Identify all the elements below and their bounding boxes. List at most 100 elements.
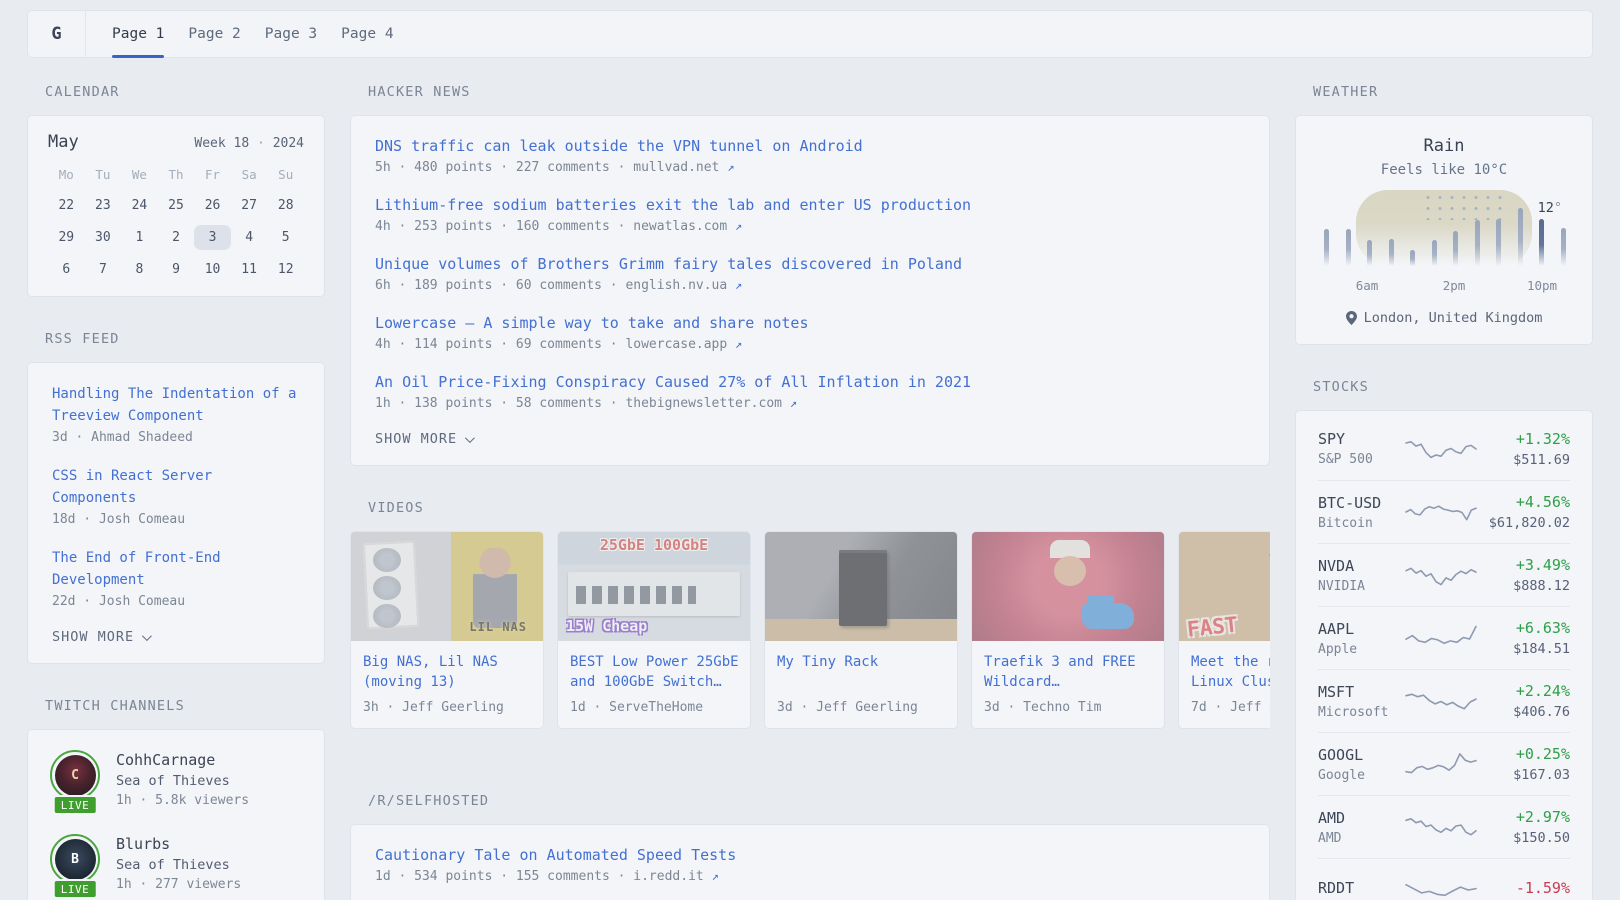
weather-section: WEATHER Rain Feels like 10°C 12° 6am 2pm… [1295,84,1593,345]
temperature-bar [1324,229,1329,266]
twitch-channel-name[interactable]: CohhCarnage [116,751,249,769]
stock-change: -1.59% [1478,879,1570,897]
temperature-bar [1346,229,1351,266]
calendar-day-today: 3 [194,225,231,250]
rss-item: CSS in React Server Components 18d · Jos… [52,465,300,527]
hackernews-item: Lithium-free sodium batteries exit the l… [375,195,1245,234]
calendar-weekday: We [121,165,158,186]
calendar-day: 12 [267,257,304,282]
tab-page-1[interactable]: Page 1 [100,11,176,57]
reddit-widget: Cautionary Tale on Automated Speed Tests… [350,824,1270,900]
rss-item-link[interactable]: The End of Front-End Development [52,550,221,588]
stock-row-rddt[interactable]: RDDT -1.59% [1318,858,1570,900]
calendar-section-title: CALENDAR [45,84,325,100]
video-card-tiny-rack[interactable]: My Tiny Rack 3d · Jeff Geerling [764,531,958,729]
calendar-day: 24 [121,193,158,218]
thumbnail-art: 25GbE 100GbE 15W Cheap [558,532,750,641]
hackernews-show-more-label: SHOW MORE [375,431,457,447]
rss-item: Handling The Indentation of a Treeview C… [52,383,300,445]
temperature-bar [1389,239,1394,266]
video-card-traefik[interactable]: Traefik 3 and FREEWildcard… 3d · Techno … [971,531,1165,729]
hackernews-item-link[interactable]: An Oil Price-Fixing Conspiracy Caused 27… [375,373,971,391]
rss-show-more-label: SHOW MORE [52,629,134,645]
calendar-day: 5 [267,225,304,250]
video-title[interactable]: BEST Low Power 25GbEand 100GbE Switch… [570,652,738,692]
external-link-icon[interactable]: ↗ [727,160,734,174]
hackernews-show-more-button[interactable]: SHOW MORE [375,431,1245,447]
twitch-channel-cohhcarnage[interactable]: C LIVE CohhCarnage Sea of Thieves 1h · 5… [50,750,302,808]
thumbnail-text: FAST [1186,612,1239,641]
videos-section-title: VIDEOS [368,500,1270,516]
external-link-icon[interactable]: ↗ [735,337,742,351]
calendar-weekday: Th [158,165,195,186]
hackernews-item-link[interactable]: Unique volumes of Brothers Grimm fairy t… [375,255,962,273]
calendar-weekday: Tu [85,165,122,186]
chevron-down-icon [142,631,152,641]
stock-row-msft[interactable]: MSFT Microsoft +2.24% $406.76 [1318,669,1570,732]
twitch-channel-name[interactable]: Blurbs [116,835,241,853]
stock-name: NVIDIA [1318,579,1404,594]
thumbnail-text: LIL NAS [469,620,527,634]
time-label: 2pm [1443,278,1466,293]
video-thumbnail[interactable]: FAST [1179,532,1270,641]
weather-location: London, United Kingdom [1318,310,1570,326]
time-axis: 6am 2pm 10pm [1318,278,1572,294]
video-card-linux-cluster[interactable]: FAST Meet the rLinux Clus 7d · Jeff Geer… [1178,531,1270,729]
video-title[interactable]: Traefik 3 and FREEWildcard… [984,652,1152,692]
avatar: B [55,839,96,880]
stock-symbol: GOOGL [1318,746,1404,764]
tab-page-2[interactable]: Page 2 [176,11,252,57]
stock-row-btc-usd[interactable]: BTC-USD Bitcoin +4.56% $61,820.02 [1318,480,1570,543]
video-card-big-nas[interactable]: LIL NAS Big NAS, Lil NAS(moving 13) 3h ·… [350,531,544,729]
stock-row-googl[interactable]: GOOGL Google +0.25% $167.03 [1318,732,1570,795]
external-link-icon[interactable]: ↗ [790,396,797,410]
rss-section: RSS FEED Handling The Indentation of a T… [27,331,325,664]
stock-row-nvda[interactable]: NVDA NVIDIA +3.49% $888.12 [1318,543,1570,606]
stock-sparkline [1404,560,1478,590]
stock-price: $511.69 [1478,452,1570,468]
calendar-day: 2 [158,225,195,250]
app-logo: G [28,11,86,57]
stock-sparkline [1404,749,1478,779]
videos-section: VIDEOS LIL NAS [350,500,1270,729]
rss-show-more-button[interactable]: SHOW MORE [52,629,300,645]
stock-row-aapl[interactable]: AAPL Apple +6.63% $184.51 [1318,606,1570,669]
rss-item-link[interactable]: Handling The Indentation of a Treeview C… [52,386,296,424]
reddit-section-title: /R/SELFHOSTED [368,793,1270,809]
video-title[interactable]: Big NAS, Lil NAS(moving 13) [363,652,531,692]
videos-row: LIL NAS Big NAS, Lil NAS(moving 13) 3h ·… [350,531,1270,729]
video-thumbnail[interactable]: 25GbE 100GbE 15W Cheap [558,532,750,641]
external-link-icon[interactable]: ↗ [735,219,742,233]
stock-change: +2.24% [1478,682,1570,700]
stock-change: +0.25% [1478,745,1570,763]
temperature-bar-current [1539,219,1544,266]
stock-change: +6.63% [1478,619,1570,637]
stocks-section-title: STOCKS [1313,379,1593,395]
reddit-item-link[interactable]: Cautionary Tale on Automated Speed Tests [375,846,736,864]
stock-row-amd[interactable]: AMD AMD +2.97% $150.50 [1318,795,1570,858]
hackernews-item-link[interactable]: DNS traffic can leak outside the VPN tun… [375,137,863,155]
video-title[interactable]: Meet the rLinux Clus [1191,652,1270,692]
video-title[interactable]: My Tiny Rack [777,652,945,692]
calendar-week-label: Week 18 · 2024 [194,136,304,151]
temperature-bars [1318,206,1572,266]
hackernews-item-meta-text: 6h · 189 points · 60 comments · english.… [375,278,727,293]
video-thumbnail[interactable] [765,532,957,641]
rss-item-meta: 22d · Josh Comeau [52,594,300,609]
video-card-25gbe-switch[interactable]: 25GbE 100GbE 15W Cheap BEST Low Power 25… [557,531,751,729]
twitch-channel-meta: 1h · 277 viewers [116,877,241,892]
hackernews-item-link[interactable]: Lithium-free sodium batteries exit the l… [375,196,971,214]
stock-row-spy[interactable]: SPY S&P 500 +1.32% $511.69 [1318,417,1570,480]
hackernews-item-link[interactable]: Lowercase – A simple way to take and sha… [375,314,808,332]
tab-page-4[interactable]: Page 4 [329,11,405,57]
video-thumbnail[interactable]: LIL NAS [351,532,543,641]
video-thumbnail[interactable] [972,532,1164,641]
external-link-icon[interactable]: ↗ [712,869,719,883]
external-link-icon[interactable]: ↗ [735,278,742,292]
rss-item-link[interactable]: CSS in React Server Components [52,468,212,506]
current-temperature-label: 12° [1538,200,1562,216]
tab-page-3[interactable]: Page 3 [253,11,329,57]
twitch-channel-blurbs[interactable]: B LIVE Blurbs Sea of Thieves 1h · 277 vi… [50,834,302,892]
hackernews-item-meta: 1h · 138 points · 58 comments · thebigne… [375,396,1245,411]
calendar-week-number: 18 [234,136,250,151]
